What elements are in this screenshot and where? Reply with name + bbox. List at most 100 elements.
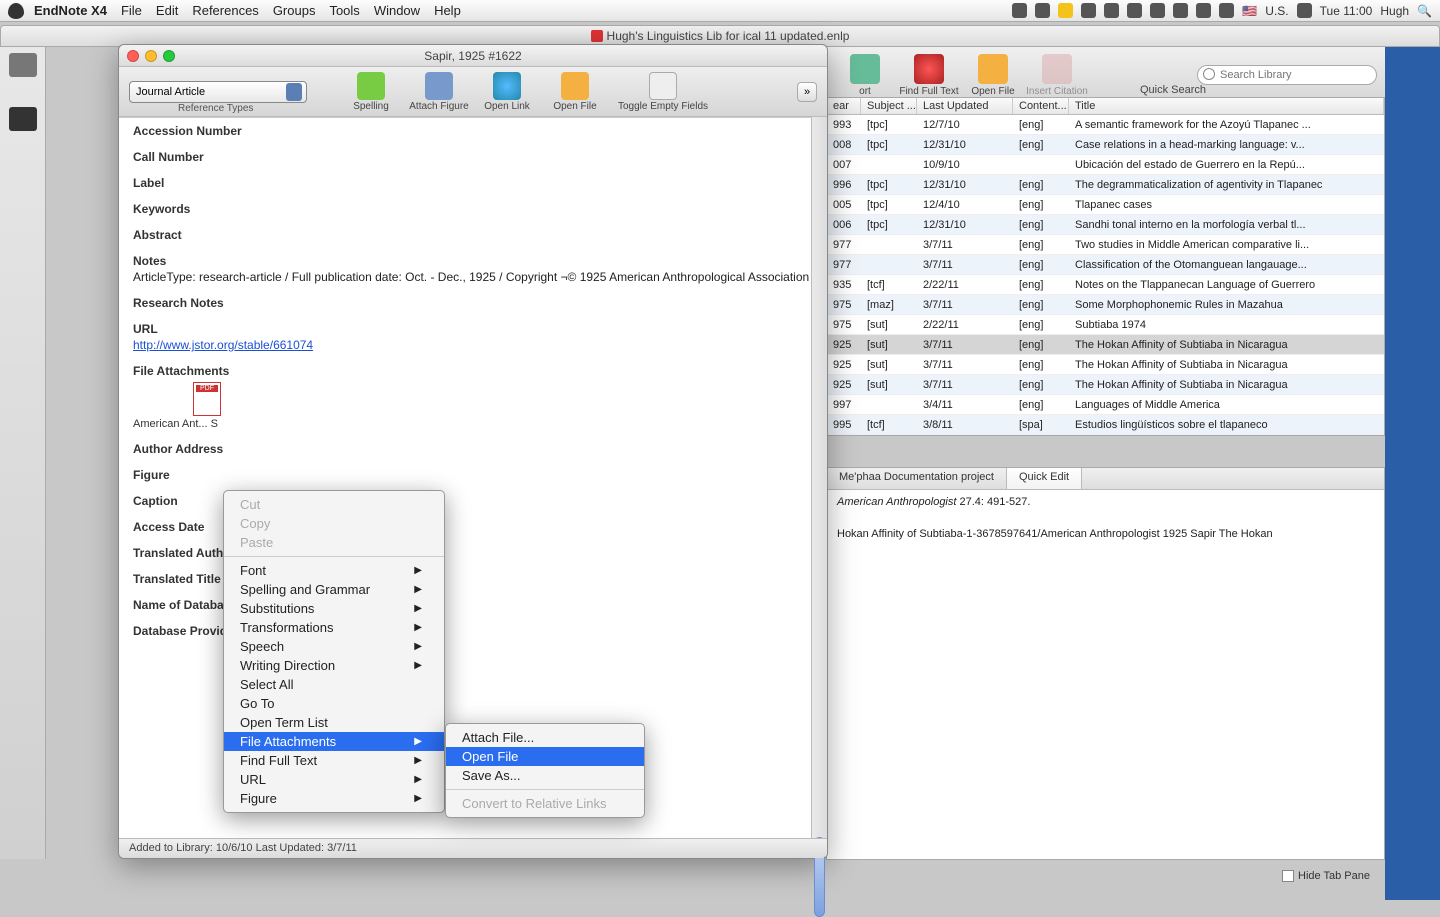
reference-type-select[interactable]: Journal Article xyxy=(129,81,307,103)
sync-icon[interactable] xyxy=(1104,3,1119,18)
menubar-user[interactable]: Hugh xyxy=(1380,4,1409,18)
references-table: ear Subject ... Last Updated Content... … xyxy=(826,97,1385,436)
table-header: ear Subject ... Last Updated Content... … xyxy=(827,98,1384,115)
sub-attach-file[interactable]: Attach File... xyxy=(446,728,644,747)
clock-icon[interactable] xyxy=(1081,3,1096,18)
library-toolbar: ort Find Full Text Open File Insert Cita… xyxy=(826,47,1385,104)
table-row[interactable]: 9773/7/11[eng]Two studies in Middle Amer… xyxy=(827,235,1384,255)
sort-button[interactable]: ort xyxy=(834,54,896,97)
ctx-spelling-grammar[interactable]: Spelling and Grammar▶ xyxy=(224,580,444,599)
ctx-select-all[interactable]: Select All xyxy=(224,675,444,694)
record-scrollbar[interactable] xyxy=(811,117,827,838)
table-row[interactable]: 9773/7/11[eng]Classification of the Otom… xyxy=(827,255,1384,275)
menu-file[interactable]: File xyxy=(121,3,142,18)
menu-window[interactable]: Window xyxy=(374,3,420,18)
apple-menu-icon[interactable] xyxy=(8,3,24,19)
col-last-updated[interactable]: Last Updated xyxy=(917,98,1013,114)
menu-groups[interactable]: Groups xyxy=(273,3,316,18)
left-background-window xyxy=(0,47,46,859)
ctx-cut: Cut xyxy=(224,495,444,514)
ctx-open-term-list[interactable]: Open Term List xyxy=(224,713,444,732)
menu-help[interactable]: Help xyxy=(434,3,461,18)
ctx-find-full-text[interactable]: Find Full Text▶ xyxy=(224,751,444,770)
attach-figure-button[interactable]: Attach Figure xyxy=(409,72,469,112)
menubar-clock[interactable]: Tue 11:00 xyxy=(1320,4,1373,18)
table-row[interactable]: 925[sut]3/7/11[eng]The Hokan Affinity of… xyxy=(827,375,1384,395)
dropbox-icon[interactable] xyxy=(1035,3,1050,18)
table-row[interactable]: 925[sut]3/7/11[eng]The Hokan Affinity of… xyxy=(827,355,1384,375)
col-content[interactable]: Content... xyxy=(1013,98,1069,114)
open-link-button[interactable]: Open Link xyxy=(477,72,537,112)
sub-open-file[interactable]: Open File xyxy=(446,747,644,766)
ctx-url[interactable]: URL▶ xyxy=(224,770,444,789)
notes-value[interactable]: ArticleType: research-article / Full pub… xyxy=(133,270,813,284)
search-icon xyxy=(1203,68,1215,80)
table-row[interactable]: 975[maz]3/7/11[eng]Some Morphophonemic R… xyxy=(827,295,1384,315)
col-subject[interactable]: Subject ... xyxy=(861,98,917,114)
field-author-address: Author Address xyxy=(133,442,813,456)
pdf-attachment-icon[interactable] xyxy=(193,382,221,416)
ctx-substitutions[interactable]: Substitutions▶ xyxy=(224,599,444,618)
ctx-figure[interactable]: Figure▶ xyxy=(224,789,444,808)
field-label: Label xyxy=(133,176,813,190)
col-year[interactable]: ear xyxy=(827,98,861,114)
url-link[interactable]: http://www.jstor.org/stable/661074 xyxy=(133,338,313,352)
wifi-icon[interactable] xyxy=(1150,3,1165,18)
ctx-go-to[interactable]: Go To xyxy=(224,694,444,713)
menu-extra-icon[interactable] xyxy=(1012,3,1027,18)
hide-tab-pane[interactable]: Hide Tab Pane xyxy=(1282,870,1370,882)
table-row[interactable]: 00710/9/10Ubicación del estado de Guerre… xyxy=(827,155,1384,175)
insert-citation-button[interactable]: Insert Citation xyxy=(1026,54,1088,97)
app-name[interactable]: EndNote X4 xyxy=(34,3,107,18)
table-row[interactable]: 993[tpc]12/7/10[eng]A semantic framework… xyxy=(827,115,1384,135)
menu-references[interactable]: References xyxy=(192,3,258,18)
input-source[interactable]: U.S. xyxy=(1265,4,1288,18)
clipboard-icon[interactable] xyxy=(9,107,37,131)
table-row[interactable]: 995[tcf]3/8/11[spa]Estudios lingüísticos… xyxy=(827,415,1384,435)
col-title[interactable]: Title xyxy=(1069,98,1384,114)
ctx-file-attachments[interactable]: File Attachments▶ xyxy=(224,732,444,751)
open-file-button[interactable]: Open File xyxy=(962,54,1024,97)
table-row[interactable]: 935[tcf]2/22/11[eng]Notes on the Tlappan… xyxy=(827,275,1384,295)
toggle-empty-fields-button[interactable]: Toggle Empty Fields xyxy=(613,72,713,112)
table-row[interactable]: 9973/4/11[eng]Languages of Middle Americ… xyxy=(827,395,1384,415)
select-arrows-icon xyxy=(286,83,302,101)
ctx-transformations[interactable]: Transformations▶ xyxy=(224,618,444,637)
volume-icon[interactable] xyxy=(1173,3,1188,18)
table-row[interactable]: 975[sut]2/22/11[eng]Subtiaba 1974 xyxy=(827,315,1384,335)
search-input[interactable] xyxy=(1197,65,1377,85)
printer-icon[interactable] xyxy=(9,53,37,77)
table-row[interactable]: 996[tpc]12/31/10[eng]The degrammaticaliz… xyxy=(827,175,1384,195)
pdf-attachment-name[interactable]: American Ant... S xyxy=(133,418,813,430)
table-row[interactable]: 006[tpc]12/31/10[eng]Sandhi tonal intern… xyxy=(827,215,1384,235)
quick-search-label: Quick Search xyxy=(1140,84,1206,96)
sub-save-as[interactable]: Save As... xyxy=(446,766,644,785)
warning-icon[interactable] xyxy=(1058,3,1073,18)
ctx-font[interactable]: Font▶ xyxy=(224,561,444,580)
tab-project[interactable]: Me'phaa Documentation project xyxy=(827,468,1007,489)
find-full-text-button[interactable]: Find Full Text xyxy=(898,54,960,97)
table-row[interactable]: 008[tpc]12/31/10[eng]Case relations in a… xyxy=(827,135,1384,155)
menubar: EndNote X4 File Edit References Groups T… xyxy=(0,0,1440,22)
table-row[interactable]: 925[sut]3/7/11[eng]The Hokan Affinity of… xyxy=(827,335,1384,355)
menu-tools[interactable]: Tools xyxy=(329,3,359,18)
table-row[interactable]: 005[tpc]12/4/10[eng]Tlapanec cases xyxy=(827,195,1384,215)
field-call-number: Call Number xyxy=(133,150,813,164)
battery-icon[interactable] xyxy=(1297,3,1312,18)
ctx-speech[interactable]: Speech▶ xyxy=(224,637,444,656)
bluetooth-icon[interactable] xyxy=(1219,3,1234,18)
context-submenu-file-attachments: Attach File... Open File Save As... Conv… xyxy=(445,723,645,818)
toolbar-overflow-button[interactable]: » xyxy=(797,82,817,102)
hide-tab-checkbox[interactable] xyxy=(1282,870,1294,882)
spotlight-icon[interactable]: 🔍 xyxy=(1417,4,1432,18)
tab-quick-edit[interactable]: Quick Edit xyxy=(1007,468,1082,489)
display-icon[interactable] xyxy=(1127,3,1142,18)
ctx-writing-direction[interactable]: Writing Direction▶ xyxy=(224,656,444,675)
spelling-button[interactable]: Spelling xyxy=(341,72,401,112)
search-library-field[interactable] xyxy=(1197,65,1377,85)
field-accession: Accession Number xyxy=(133,124,813,138)
menu-edit[interactable]: Edit xyxy=(156,3,178,18)
record-open-file-button[interactable]: Open File xyxy=(545,72,605,112)
keyboard-icon[interactable] xyxy=(1196,3,1211,18)
preview-journal: American Anthropologist xyxy=(837,496,956,508)
